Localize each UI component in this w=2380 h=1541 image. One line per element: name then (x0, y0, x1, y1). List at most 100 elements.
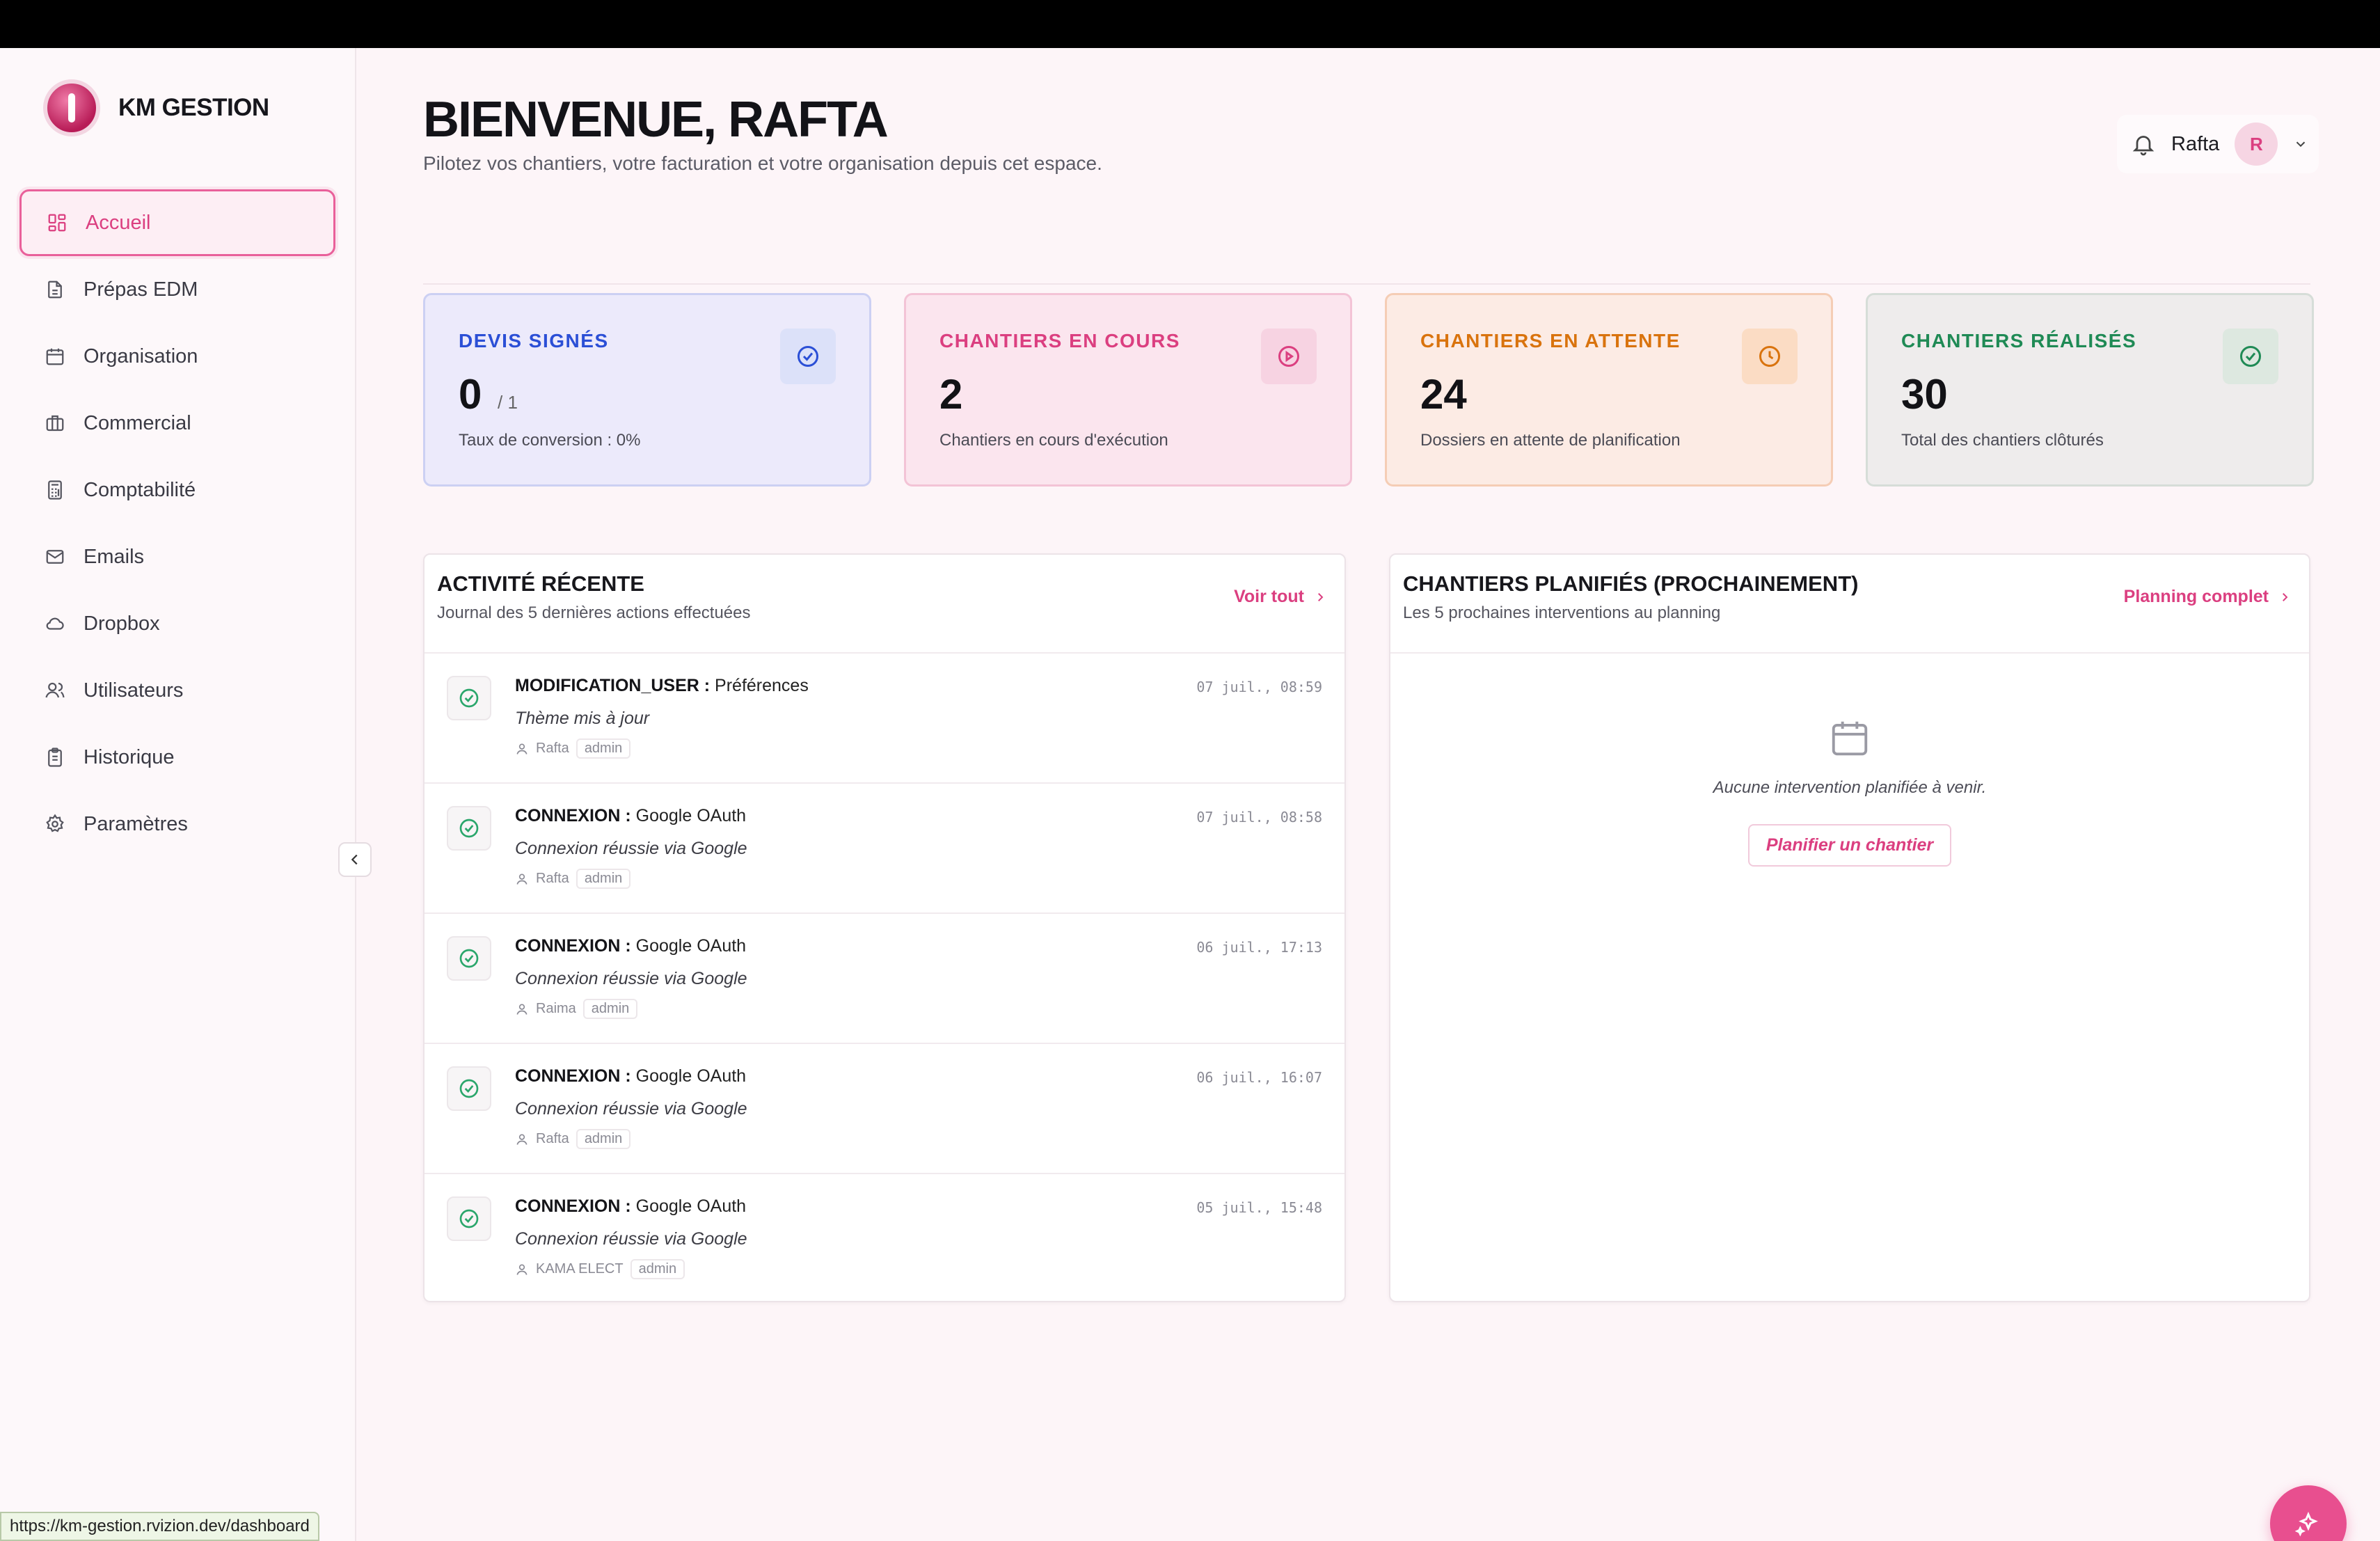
stat-icon-box (780, 329, 836, 384)
sidebar-item-organisation[interactable]: Organisation (19, 323, 335, 390)
activity-status-icon (447, 936, 491, 981)
check-circle-icon (459, 1209, 479, 1228)
stat-value: 0 / 1 (459, 371, 518, 418)
page-subtitle: Pilotez vos chantiers, votre facturation… (423, 152, 1102, 174)
stat-card-chantiers-realises[interactable]: CHANTIERS RÉALISÉS 30 Total des chantier… (1866, 293, 2314, 487)
planned-chantiers-panel: CHANTIERS PLANIFIÉS (PROCHAINEMENT) Les … (1389, 553, 2310, 1302)
activity-user: Rafta (536, 871, 569, 886)
sidebar-item-comptabilite[interactable]: Comptabilité (19, 457, 335, 523)
gear-icon (46, 814, 64, 832)
sidebar: KM GESTION Accueil Prépas EDM Organisati… (0, 48, 356, 1541)
stat-description: Taux de conversion : 0% (459, 431, 641, 450)
activity-user: Rafta (536, 1131, 569, 1146)
stat-label: CHANTIERS EN ATTENTE (1420, 330, 1681, 351)
link-label: Voir tout (1234, 587, 1304, 606)
brand-logo (43, 79, 100, 136)
activity-status-icon (447, 806, 491, 851)
stat-description: Total des chantiers clôturés (1901, 431, 2104, 450)
stat-value: 2 (939, 371, 963, 418)
activity-status-icon (447, 1196, 491, 1241)
stat-card-chantiers-en-cours[interactable]: CHANTIERS EN COURS 2 Chantiers en cours … (904, 293, 1352, 487)
app: KM GESTION Accueil Prépas EDM Organisati… (0, 48, 2380, 1541)
panel-header: CHANTIERS PLANIFIÉS (PROCHAINEMENT) Les … (1390, 555, 2309, 654)
browser-top-bar (0, 0, 2380, 48)
user-menu[interactable]: Rafta R (2117, 115, 2319, 173)
planifier-chantier-button[interactable]: Planifier un chantier (1747, 824, 1952, 867)
chevron-right-icon (2283, 592, 2288, 601)
user-icon (516, 1134, 527, 1145)
main-content: BIENVENUE, RAFTA Pilotez vos chantiers, … (356, 48, 2380, 1541)
stat-description: Dossiers en attente de planification (1420, 431, 1681, 450)
empty-state-text: Aucune intervention planifiée à venir. (1713, 778, 1987, 797)
sidebar-item-emails[interactable]: Emails (19, 523, 335, 590)
activity-note: Thème mis à jour (515, 709, 650, 728)
user-icon (516, 1264, 527, 1275)
activity-item[interactable]: CONNEXION : Google OAuth Connexion réuss… (425, 1174, 1344, 1304)
sidebar-item-utilisateurs[interactable]: Utilisateurs (19, 657, 335, 724)
stat-suffix: / 1 (498, 392, 518, 413)
sidebar-item-parametres[interactable]: Paramètres (19, 791, 335, 858)
sidebar-item-prepas-edm[interactable]: Prépas EDM (19, 256, 335, 323)
clipboard-icon (48, 748, 62, 767)
activity-note: Connexion réussie via Google (515, 1099, 747, 1119)
empty-state: Aucune intervention planifiée à venir. P… (1390, 654, 2309, 867)
activity-meta: Rafta admin (515, 869, 1344, 889)
mail-icon (46, 550, 64, 564)
activity-item[interactable]: MODIFICATION_USER : Préférences Thème mi… (425, 654, 1344, 784)
activity-meta: KAMA ELECT admin (515, 1259, 1344, 1279)
stat-label: CHANTIERS EN COURS (939, 330, 1180, 351)
activity-item[interactable]: CONNEXION : Google OAuth Connexion réuss… (425, 784, 1344, 914)
activity-time: 06 juil., 16:07 (1196, 1069, 1322, 1086)
chevron-down-icon (2296, 141, 2306, 148)
sidebar-item-label: Organisation (84, 345, 198, 368)
planning-complet-link[interactable]: Planning complet (2124, 587, 2291, 607)
sparkles-icon (2294, 1511, 2318, 1537)
panel-title: ACTIVITÉ RÉCENTE (437, 571, 644, 596)
sidebar-item-label: Historique (84, 745, 175, 768)
sidebar-item-dropbox[interactable]: Dropbox (19, 590, 335, 657)
calendar-icon (46, 348, 64, 365)
activity-user: Raima (536, 1001, 576, 1016)
stat-value: 24 (1420, 371, 1467, 418)
activity-note: Connexion réussie via Google (515, 1229, 747, 1249)
calendar-icon (1832, 721, 1868, 756)
sidebar-item-accueil[interactable]: Accueil (19, 189, 335, 256)
activity-item[interactable]: CONNEXION : Google OAuth Connexion réuss… (425, 1044, 1344, 1174)
role-badge: admin (630, 1259, 685, 1279)
activity-status-icon (447, 1066, 491, 1111)
sidebar-item-label: Commercial (84, 411, 191, 434)
user-icon (516, 743, 527, 754)
bell-icon[interactable] (2131, 132, 2156, 157)
check-circle-icon (459, 819, 479, 838)
role-badge: admin (582, 999, 638, 1019)
stat-label: DEVIS SIGNÉS (459, 330, 609, 351)
brand[interactable]: KM GESTION (43, 79, 269, 136)
activity-meta: Rafta admin (515, 1129, 1344, 1149)
panel-header: ACTIVITÉ RÉCENTE Journal des 5 dernières… (425, 555, 1344, 654)
activity-item[interactable]: CONNEXION : Google OAuth Connexion réuss… (425, 914, 1344, 1044)
activity-time: 06 juil., 17:13 (1196, 939, 1322, 956)
link-label: Planning complet (2123, 587, 2269, 606)
view-all-link[interactable]: Voir tout (1234, 587, 1326, 607)
check-circle-icon (2240, 346, 2261, 367)
stat-description: Chantiers en cours d'exécution (939, 431, 1168, 450)
recent-activity-panel: ACTIVITÉ RÉCENTE Journal des 5 dernières… (423, 553, 1346, 1302)
stat-card-chantiers-en-attente[interactable]: CHANTIERS EN ATTENTE 24 Dossiers en atte… (1385, 293, 1833, 487)
activity-note: Connexion réussie via Google (515, 969, 747, 988)
role-badge: admin (576, 869, 631, 889)
sidebar-item-historique[interactable]: Historique (19, 724, 335, 791)
users-icon (45, 682, 65, 698)
check-circle-icon (798, 346, 818, 367)
stat-icon-box (1261, 329, 1317, 384)
stat-card-devis-signes[interactable]: DEVIS SIGNÉS 0 / 1 Taux de conversion : … (423, 293, 871, 487)
activity-user: Rafta (536, 741, 569, 756)
play-circle-icon (1278, 346, 1299, 367)
panel-subtitle: Journal des 5 dernières actions effectué… (437, 603, 751, 622)
status-url: https://km-gestion.rvizion.dev/dashboard (0, 1512, 319, 1541)
chevron-right-icon (1318, 592, 1324, 601)
header-divider (423, 283, 2310, 285)
dashboard-icon (48, 214, 66, 232)
user-icon (516, 874, 527, 885)
sidebar-item-commercial[interactable]: Commercial (19, 390, 335, 457)
cloud-icon (46, 617, 64, 630)
